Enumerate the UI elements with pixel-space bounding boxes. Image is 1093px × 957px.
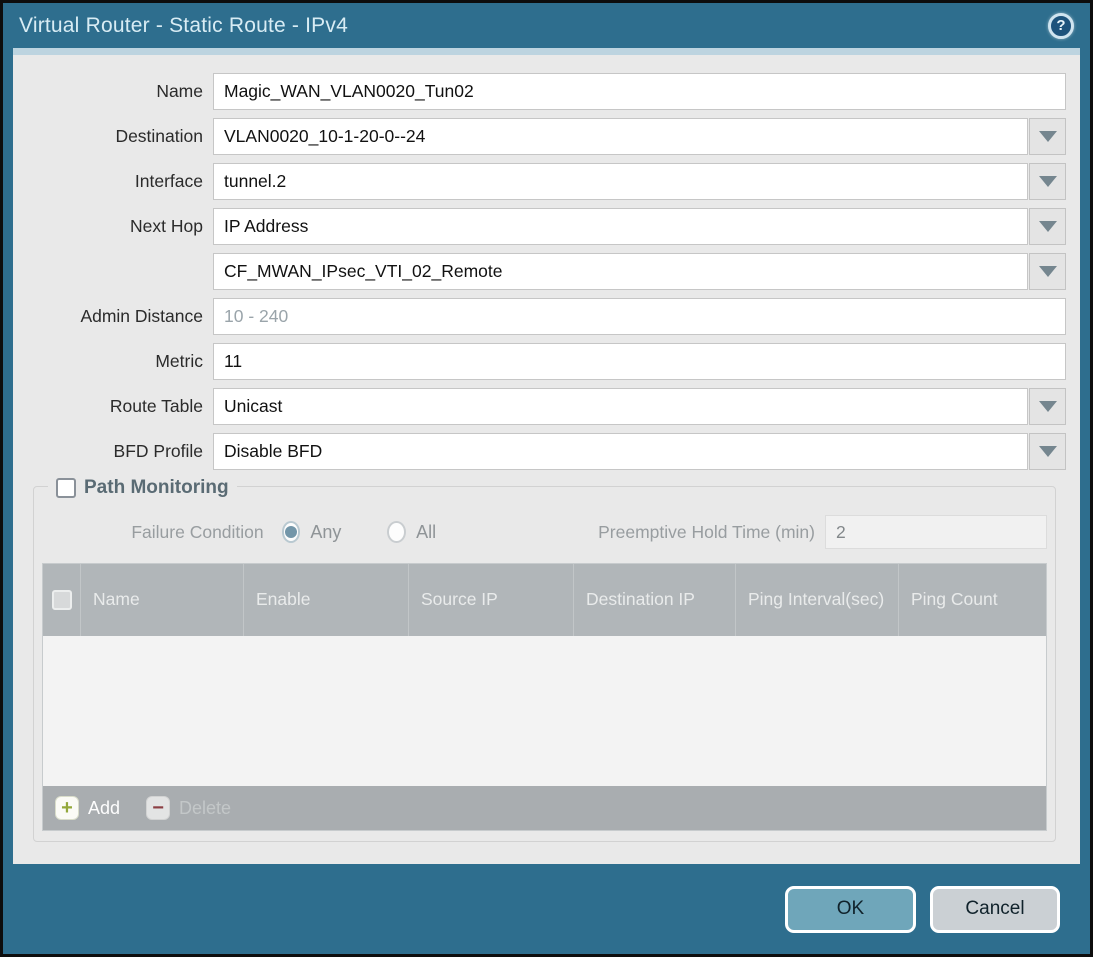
path-monitoring-table: Name Enable Source IP Destination IP Pin… xyxy=(42,563,1047,831)
name-row: Name xyxy=(13,73,1066,110)
route-table-dropdown-button[interactable] xyxy=(1029,388,1066,425)
interface-label: Interface xyxy=(13,171,213,192)
route-table-label: Route Table xyxy=(13,396,213,417)
add-button-label: Add xyxy=(88,798,120,819)
column-header-ping-interval[interactable]: Ping Interval(sec) xyxy=(735,564,898,636)
ok-button[interactable]: OK xyxy=(785,886,916,933)
help-icon[interactable]: ? xyxy=(1048,13,1074,39)
interface-row: Interface xyxy=(13,163,1066,200)
table-footer-bar: + Add − Delete xyxy=(43,786,1046,830)
admin-distance-row: Admin Distance xyxy=(13,298,1066,335)
chevron-down-icon xyxy=(1039,446,1057,457)
failure-condition-all-label: All xyxy=(416,522,436,543)
select-all-cell xyxy=(43,564,80,636)
next-hop-type-dropdown-button[interactable] xyxy=(1029,208,1066,245)
delete-button-label: Delete xyxy=(179,798,231,819)
admin-distance-label: Admin Distance xyxy=(13,306,213,327)
column-header-source-ip[interactable]: Source IP xyxy=(408,564,573,636)
metric-input[interactable] xyxy=(213,343,1066,380)
destination-label: Destination xyxy=(13,126,213,147)
failure-condition-all-radio[interactable] xyxy=(387,521,406,543)
failure-condition-label: Failure Condition xyxy=(42,522,278,543)
destination-dropdown-button[interactable] xyxy=(1029,118,1066,155)
column-header-name[interactable]: Name xyxy=(80,564,243,636)
next-hop-type-input[interactable] xyxy=(213,208,1028,245)
next-hop-address-row xyxy=(13,253,1066,290)
table-body-empty xyxy=(43,636,1046,786)
metric-row: Metric xyxy=(13,343,1066,380)
next-hop-label: Next Hop xyxy=(13,216,213,237)
preemptive-hold-time-input[interactable] xyxy=(825,515,1047,549)
plus-icon: + xyxy=(55,796,79,820)
cancel-button[interactable]: Cancel xyxy=(930,886,1060,933)
path-monitoring-title: Path Monitoring xyxy=(84,477,229,499)
dialog-title: Virtual Router - Static Route - IPv4 xyxy=(19,14,348,38)
failure-condition-any-label: Any xyxy=(310,522,341,543)
chevron-down-icon xyxy=(1039,131,1057,142)
destination-input[interactable] xyxy=(213,118,1028,155)
failure-condition-row: Failure Condition Any All Preemptive Hol… xyxy=(42,515,1047,549)
chevron-down-icon xyxy=(1039,176,1057,187)
route-table-row: Route Table xyxy=(13,388,1066,425)
next-hop-address-input[interactable] xyxy=(213,253,1028,290)
route-table-input[interactable] xyxy=(213,388,1028,425)
next-hop-row: Next Hop xyxy=(13,208,1066,245)
column-header-ping-count[interactable]: Ping Count xyxy=(898,564,1046,636)
dialog-titlebar: Virtual Router - Static Route - IPv4 ? xyxy=(3,3,1090,48)
path-monitoring-legend: Path Monitoring xyxy=(48,477,237,499)
minus-icon: − xyxy=(146,796,170,820)
bfd-profile-label: BFD Profile xyxy=(13,441,213,462)
dialog-body: Name Destination Interface xyxy=(13,55,1080,864)
select-all-checkbox[interactable] xyxy=(52,590,72,610)
path-monitoring-checkbox[interactable] xyxy=(56,478,76,498)
add-button[interactable]: + Add xyxy=(55,796,120,820)
titlebar-divider xyxy=(13,48,1080,55)
interface-dropdown-button[interactable] xyxy=(1029,163,1066,200)
preemptive-hold-time-label: Preemptive Hold Time (min) xyxy=(598,522,825,543)
admin-distance-input[interactable] xyxy=(213,298,1066,335)
interface-input[interactable] xyxy=(213,163,1028,200)
chevron-down-icon xyxy=(1039,266,1057,277)
column-header-enable[interactable]: Enable xyxy=(243,564,408,636)
dialog-footer: OK Cancel xyxy=(3,864,1090,954)
failure-condition-any-radio[interactable] xyxy=(282,521,301,543)
name-label: Name xyxy=(13,81,213,102)
metric-label: Metric xyxy=(13,351,213,372)
path-monitoring-section: Path Monitoring Failure Condition Any Al… xyxy=(33,486,1056,842)
table-header: Name Enable Source IP Destination IP Pin… xyxy=(43,564,1046,636)
bfd-profile-dropdown-button[interactable] xyxy=(1029,433,1066,470)
delete-button[interactable]: − Delete xyxy=(146,796,231,820)
column-header-destination-ip[interactable]: Destination IP xyxy=(573,564,735,636)
chevron-down-icon xyxy=(1039,221,1057,232)
static-route-dialog: Virtual Router - Static Route - IPv4 ? N… xyxy=(0,0,1093,957)
destination-row: Destination xyxy=(13,118,1066,155)
next-hop-address-dropdown-button[interactable] xyxy=(1029,253,1066,290)
name-input[interactable] xyxy=(213,73,1066,110)
bfd-profile-row: BFD Profile xyxy=(13,433,1066,470)
chevron-down-icon xyxy=(1039,401,1057,412)
bfd-profile-input[interactable] xyxy=(213,433,1028,470)
